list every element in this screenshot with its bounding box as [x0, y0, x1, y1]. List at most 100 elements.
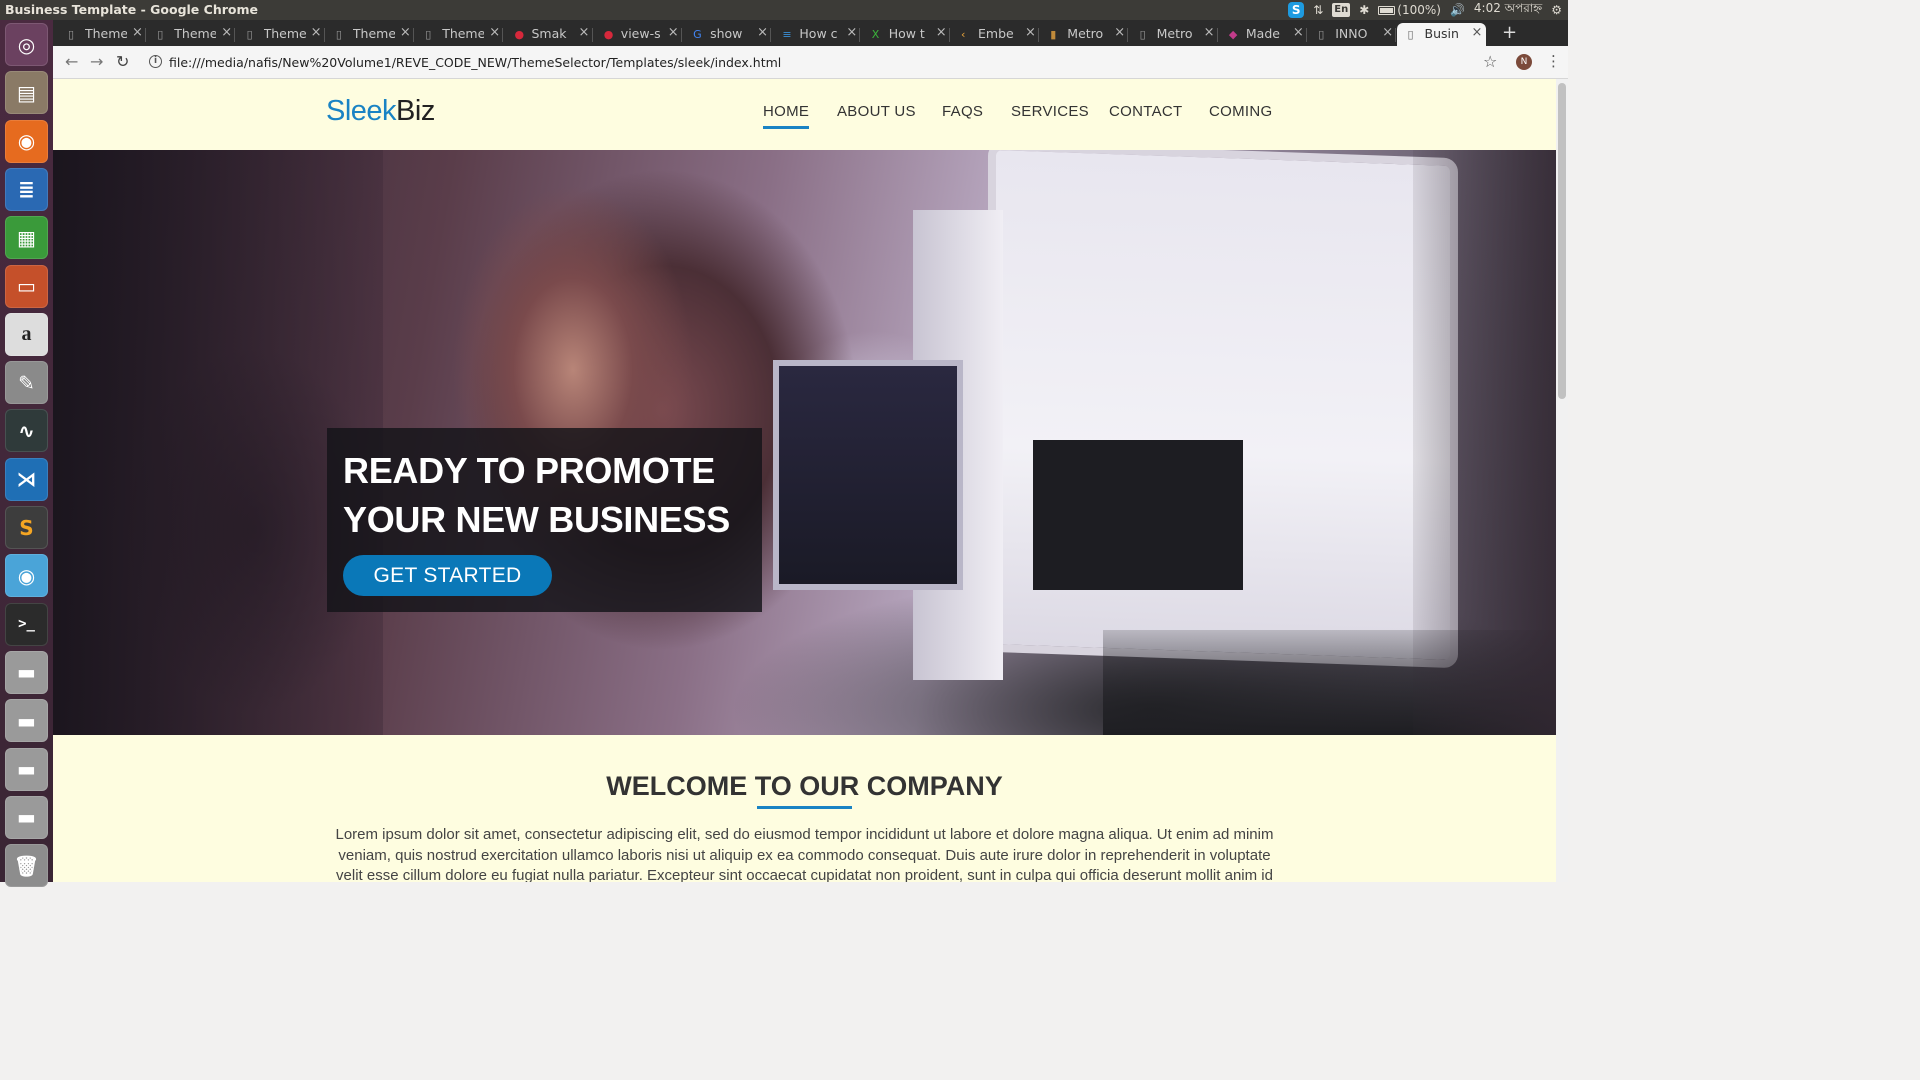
close-icon[interactable]: ×	[1025, 25, 1036, 40]
tab-12[interactable]: ▯ Metro ×	[1129, 23, 1218, 46]
close-icon[interactable]: ×	[1114, 25, 1125, 40]
tab-6[interactable]: ● view-s ×	[593, 23, 682, 46]
tab-label: Theme	[174, 26, 217, 41]
writer-icon[interactable]: ≣	[5, 167, 48, 211]
tab-5[interactable]: ● Smak ×	[504, 23, 593, 46]
close-icon[interactable]: ×	[757, 25, 768, 40]
tab-9[interactable]: X How t ×	[861, 23, 950, 46]
drive-icon[interactable]: ▬	[5, 650, 48, 694]
menu-icon[interactable]: ⋮	[1546, 52, 1561, 70]
settings-icon[interactable]: ✎	[5, 361, 48, 405]
page-icon: ▯	[1139, 28, 1146, 41]
volume-icon[interactable]: 🔊	[1450, 3, 1465, 17]
files-icon[interactable]: ▤	[5, 71, 48, 115]
tab-14[interactable]: ▯ INNO ×	[1307, 23, 1397, 46]
nav-coming[interactable]: COMING	[1209, 103, 1272, 120]
google-icon: G	[693, 28, 702, 41]
nav-contact[interactable]: CONTACT	[1109, 103, 1182, 120]
network-icon[interactable]: ⇅	[1313, 3, 1323, 17]
site-header: SleekBiz HOME ABOUT US FAQS SERVICES CON…	[53, 79, 1556, 150]
amazon-icon[interactable]: a	[5, 312, 48, 356]
tab-2[interactable]: ▯ Theme ×	[236, 23, 325, 46]
close-icon[interactable]: ×	[221, 25, 232, 40]
tab-7[interactable]: Gshow ×	[682, 23, 772, 46]
scrollbar-thumb[interactable]	[1558, 83, 1566, 399]
ubuntu-dash-icon[interactable]: ◎	[5, 23, 48, 66]
tab-label: Theme	[442, 26, 485, 41]
close-icon[interactable]: ×	[936, 25, 947, 40]
welcome-title: WELCOME TO OUR COMPANY	[606, 771, 1003, 801]
address-bar[interactable]: file:///media/nafis/New%20Volume1/REVE_C…	[169, 55, 781, 70]
tab-11[interactable]: ▮ Metro ×	[1039, 23, 1129, 46]
drive-icon[interactable]: ▬	[5, 747, 48, 791]
tab-label: view-s	[620, 26, 661, 41]
tab-15[interactable]: ▯ Busin ×	[1396, 23, 1486, 46]
impress-icon[interactable]: ▭	[5, 264, 48, 308]
terminal-icon[interactable]: >_	[5, 602, 48, 646]
tab-3[interactable]: ▯ Theme ×	[325, 23, 414, 46]
close-icon[interactable]: ×	[311, 25, 322, 40]
close-icon[interactable]: ×	[1472, 25, 1483, 40]
site-logo[interactable]: SleekBiz	[326, 95, 435, 128]
drive-icon[interactable]: ▬	[5, 699, 48, 743]
page-icon: ▯	[335, 28, 342, 41]
tab-0[interactable]: ▯ Theme ×	[57, 23, 146, 46]
skype-icon[interactable]: S	[1288, 2, 1305, 18]
tab-label: How t	[888, 26, 925, 41]
vscode-icon[interactable]: ⋊	[5, 457, 48, 501]
tab-13[interactable]: ◆ Made ×	[1218, 23, 1307, 46]
clock[interactable]: 4:02 অপরাহ্ন	[1474, 0, 1542, 20]
gear-icon[interactable]: ⚙	[1551, 3, 1562, 17]
info-icon[interactable]: i	[149, 55, 162, 68]
close-icon[interactable]: ×	[489, 25, 500, 40]
calc-icon[interactable]: ▦	[5, 216, 48, 260]
browser-toolbar: ← → ↻ i file:///media/nafis/New%20Volume…	[53, 46, 1568, 79]
system-monitor-icon[interactable]: ∿	[5, 409, 48, 453]
strawberry-icon: ●	[514, 28, 525, 41]
top-panel: Business Template - Google Chrome S ⇅ En…	[0, 0, 1568, 20]
close-icon[interactable]: ×	[1293, 25, 1304, 40]
close-icon[interactable]: ×	[400, 25, 411, 40]
get-started-button[interactable]: GET STARTED	[343, 555, 552, 596]
close-icon[interactable]: ×	[846, 25, 857, 40]
page-icon: ▯	[68, 28, 75, 41]
reload-icon[interactable]: ↻	[116, 52, 129, 71]
keyboard-layout-indicator[interactable]: En	[1332, 3, 1351, 17]
tab-label: INNO	[1335, 26, 1368, 41]
nav-services[interactable]: SERVICES	[1011, 103, 1089, 120]
bluetooth-icon[interactable]: ✱	[1359, 3, 1369, 17]
close-icon[interactable]: ×	[132, 25, 143, 40]
tab-10[interactable]: ‹ Embe ×	[950, 23, 1039, 46]
welcome-text: Lorem ipsum dolor sit amet, consectetur …	[335, 826, 1274, 882]
sublime-icon[interactable]: S	[5, 506, 48, 549]
battery-percent: (100%)	[1397, 3, 1441, 17]
chrome-icon[interactable]: ◉	[5, 554, 48, 598]
nav-home[interactable]: HOME	[763, 103, 810, 129]
tab-4[interactable]: ▯ Theme ×	[414, 23, 504, 46]
page-scrollbar[interactable]	[1556, 79, 1568, 882]
window-title: Business Template - Google Chrome	[5, 2, 258, 17]
tab-label: Theme	[263, 26, 306, 41]
drive-icon[interactable]: ▬	[5, 795, 48, 839]
close-icon[interactable]: ×	[668, 25, 679, 40]
profile-avatar[interactable]: N	[1516, 54, 1532, 70]
forward-icon[interactable]: →	[90, 52, 103, 71]
tab-8[interactable]: ≡ How c ×	[771, 23, 861, 46]
welcome-underline	[757, 806, 852, 809]
tab-1[interactable]: ▯ Theme ×	[146, 23, 236, 46]
hero-banner: READY TO PROMOTE YOUR NEW BUSINESS GET S…	[53, 150, 1556, 735]
battery-indicator[interactable]: (100%)	[1378, 3, 1441, 17]
tab-label: Busin	[1424, 26, 1459, 41]
trash-icon[interactable]: 🗑	[5, 844, 48, 888]
back-icon[interactable]: ←	[65, 52, 78, 71]
nav-faqs[interactable]: FAQS	[942, 103, 983, 120]
close-icon[interactable]: ×	[1382, 25, 1393, 40]
close-icon[interactable]: ×	[1204, 25, 1215, 40]
new-tab-button[interactable]: +	[1502, 22, 1517, 43]
close-icon[interactable]: ×	[579, 25, 590, 40]
bookmark-star-icon[interactable]: ☆	[1483, 52, 1497, 71]
system-tray: S ⇅ En ✱ (100%) 🔊 4:02 অপরাহ্ন ⚙	[1288, 0, 1562, 20]
nav-about-us[interactable]: ABOUT US	[837, 103, 916, 120]
page-viewport: SleekBiz HOME ABOUT US FAQS SERVICES CON…	[53, 79, 1556, 882]
firefox-icon[interactable]: ◉	[5, 119, 48, 163]
